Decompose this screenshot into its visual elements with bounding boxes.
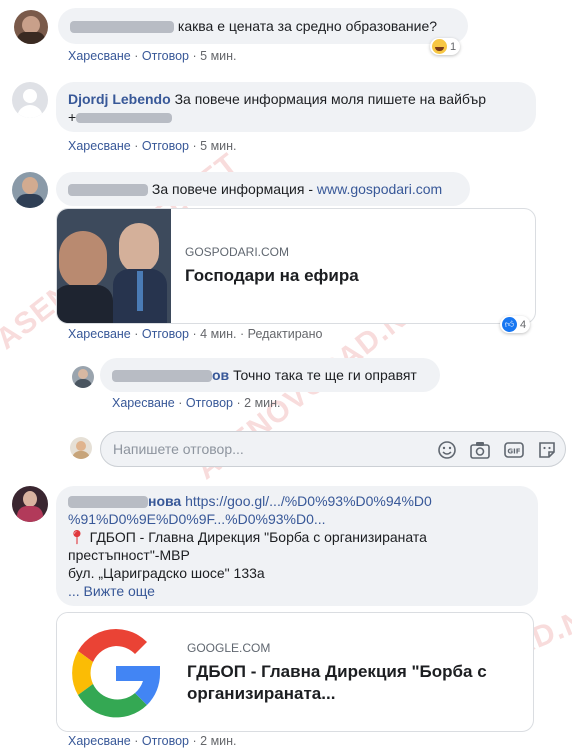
comment-bubble: Djordj Lebendo За повече информация моля… xyxy=(56,82,536,132)
comment-bubble: За повече информация - www.gospodari.com xyxy=(56,172,470,206)
reply-input[interactable]: Напишете отговор... GIF xyxy=(100,431,566,467)
comment-text: За повече информация моля пишете на вайб… xyxy=(174,91,487,107)
like-link[interactable]: Харесване xyxy=(68,327,131,341)
author-name-redacted[interactable] xyxy=(68,496,148,509)
avatar[interactable] xyxy=(72,366,94,388)
comment-bubble: ов Точно така те ще ги оправят xyxy=(100,358,440,392)
reply-placeholder: Напишете отговор... xyxy=(113,441,244,457)
reaction-count[interactable]: 👍︎ 4 xyxy=(500,316,531,333)
camera-icon[interactable] xyxy=(469,440,491,460)
author-name-redacted[interactable] xyxy=(112,370,212,383)
reply-link[interactable]: Отговор xyxy=(142,49,189,63)
author-name[interactable]: Djordj Lebendo xyxy=(68,91,171,107)
avatar[interactable] xyxy=(12,486,48,522)
pin-icon: 📍︎ xyxy=(68,529,86,545)
link-preview-card[interactable]: GOOGLE.COM ГДБОП - Главна Дирекция "Борб… xyxy=(56,612,534,732)
comment-actions: Харесване · Отговор · 2 мин. xyxy=(112,396,281,410)
edited-label[interactable]: Редактирано xyxy=(248,327,323,341)
comment-text: каква е цената за средно образование? xyxy=(177,18,438,34)
comment-actions: Харесване · Отговор · 4 мин. · Редактира… xyxy=(68,327,323,341)
timestamp[interactable]: 5 мин. xyxy=(200,49,236,63)
gif-icon[interactable]: GIF xyxy=(503,440,525,460)
comment-text: Точно така те ще ги оправят xyxy=(233,367,417,383)
current-user-avatar xyxy=(70,437,92,459)
like-link[interactable]: Харесване xyxy=(68,734,131,748)
reply-link[interactable]: Отговор xyxy=(142,139,189,153)
author-name-redacted[interactable] xyxy=(70,21,174,34)
comment-text-line: ГДБОП - Главна Дирекция "Борба с организ… xyxy=(89,529,427,545)
like-link[interactable]: Харесване xyxy=(112,396,175,410)
link-preview-card[interactable]: GOSPODARI.COM Господари на ефира xyxy=(56,208,536,324)
comment-bubble: нова https://goo.gl/.../%D0%93%D0%94%D0 … xyxy=(56,486,538,606)
google-logo-icon xyxy=(57,613,175,731)
comment-text: За повече информация - xyxy=(151,181,317,197)
comment-actions: Харесване · Отговор · 5 мин. xyxy=(68,139,237,153)
preview-title: Господари на ефира xyxy=(185,266,359,285)
website-link[interactable]: www.gospodari.com xyxy=(317,181,442,197)
author-name-redacted[interactable] xyxy=(68,184,148,197)
comment-text-line: бул. „Цариградско шосе" 133а xyxy=(68,565,265,581)
preview-title: ГДБОП - Главна Дирекция "Борба с организ… xyxy=(187,662,487,703)
avatar[interactable] xyxy=(12,172,48,208)
short-link-continued[interactable]: %91%D0%9E%D0%9F...%D0%93%D0... xyxy=(68,511,326,527)
comment-actions: Харесване · Отговор · 5 мин. xyxy=(68,49,237,63)
like-link[interactable]: Харесване xyxy=(68,139,131,153)
avatar[interactable] xyxy=(14,10,48,44)
preview-image xyxy=(57,209,171,323)
timestamp[interactable]: 5 мин. xyxy=(200,139,236,153)
comment-actions: Харесване · Отговор · 2 мин. xyxy=(68,734,237,748)
default-avatar-icon[interactable] xyxy=(12,82,48,118)
emoji-icon[interactable] xyxy=(437,440,457,460)
reply-link[interactable]: Отговор xyxy=(186,396,233,410)
svg-text:GIF: GIF xyxy=(507,448,520,456)
timestamp[interactable]: 2 мин. xyxy=(200,734,236,748)
reaction-count[interactable]: 1 xyxy=(430,38,461,55)
timestamp[interactable]: 2 мин. xyxy=(244,396,280,410)
phone-redacted xyxy=(76,113,173,124)
comment-bubble: каква е цената за средно образование? xyxy=(58,8,468,44)
reply-link[interactable]: Отговор xyxy=(142,327,189,341)
short-link[interactable]: https://goo.gl/.../%D0%93%D0%94%D0 xyxy=(185,493,432,509)
preview-domain: GOSPODARI.COM xyxy=(185,245,290,259)
reply-link[interactable]: Отговор xyxy=(142,734,189,748)
timestamp[interactable]: 4 мин. xyxy=(200,327,236,341)
sticker-icon[interactable] xyxy=(537,440,557,460)
like-reaction-icon: 👍︎ xyxy=(502,317,517,332)
haha-reaction-icon xyxy=(432,39,447,54)
preview-domain: GOOGLE.COM xyxy=(187,641,271,655)
comment-text-line: престъпност"-МВР xyxy=(68,547,190,563)
see-more-link[interactable]: ... Вижте още xyxy=(68,583,155,599)
like-link[interactable]: Харесване xyxy=(68,49,131,63)
